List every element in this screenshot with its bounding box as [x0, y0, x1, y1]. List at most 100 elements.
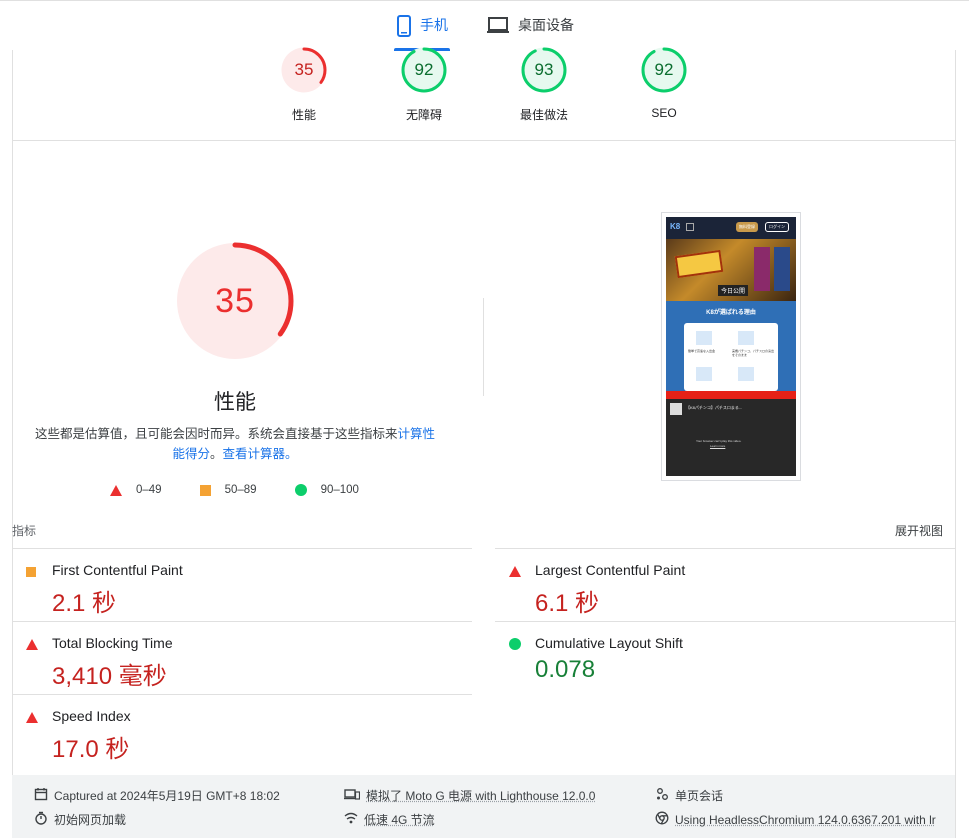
performance-score: 35	[215, 281, 255, 320]
feature-icon-3	[696, 367, 712, 381]
metric-cls[interactable]: Cumulative Layout Shift 0.078	[495, 621, 955, 694]
menu-icon	[686, 223, 694, 231]
tab-desktop-label: 桌面设备	[518, 17, 574, 33]
throttling-info[interactable]: 低速 4G 节流	[344, 811, 435, 828]
score-legend: 0–49 50–89 90–100	[110, 484, 397, 496]
metric-value: 0.078	[535, 656, 596, 683]
site-header: K8 無料登録 ログイン	[666, 217, 796, 239]
metric-value: 3,410 毫秒	[52, 663, 167, 690]
metric-name: First Contentful Paint	[52, 562, 183, 578]
metric-fcp[interactable]: First Contentful Paint 2.1 秒	[12, 548, 472, 621]
metric-name: Total Blocking Time	[52, 635, 173, 651]
feature-label-1: 簡単で高速な入出金	[688, 349, 716, 353]
runtime-settings: Captured at 2024年5月19日 GMT+8 18:02 初始网页加…	[12, 775, 955, 838]
performance-gauge: 35	[175, 241, 295, 361]
legend-average-label: 50–89	[224, 484, 257, 496]
banner-label: 今日公開	[718, 285, 749, 296]
devices-icon	[344, 787, 361, 804]
metric-name: Speed Index	[52, 708, 131, 724]
calendar-icon	[34, 787, 48, 804]
category-gauge[interactable]: 93	[520, 46, 568, 94]
browser-text: Using HeadlessChromium 124.0.6367.201 wi…	[675, 812, 936, 827]
throttling-text: 低速 4G 节流	[364, 813, 435, 827]
emulation-info[interactable]: 模拟了 Moto G 电源 with Lighthouse 12.0.0	[344, 787, 595, 804]
legend-average: 50–89	[199, 484, 257, 496]
description-text: 这些都是估算值，且可能会因时而异。系统会直接基于这些指标来	[34, 427, 398, 441]
phone-icon	[396, 15, 412, 37]
category-gauge[interactable]: 92	[400, 46, 448, 94]
reasons-title: K8が選ばれる理由	[706, 310, 756, 316]
reasons-section: K8が選ばれる理由 簡単で高速な入出金 実機パチンコ、パチスロの演出をそのまま	[666, 301, 796, 391]
banner-machine-2	[774, 247, 790, 291]
metric-name: Cumulative Layout Shift	[535, 635, 683, 651]
site-logo: K8	[670, 222, 681, 231]
site-register-button: 無料登録	[736, 222, 758, 232]
video-embed: 【K8パチンコ】パチスロまる... Your browser can't pla…	[666, 399, 796, 476]
site-banner: 今日公開	[666, 239, 796, 301]
legend-fail: 0–49	[110, 484, 162, 496]
feature-icon-2	[738, 331, 754, 345]
category-score: 93	[534, 60, 554, 79]
session-icon	[655, 787, 669, 804]
video-title: 【K8パチンコ】パチスロまる...	[686, 405, 743, 410]
screenshot-image: K8 無料登録 ログイン 今日公開 K8が選ばれる理由 簡単で高速な入出金 実機…	[666, 217, 796, 476]
feature-icon-4	[738, 367, 754, 381]
triangle-icon	[26, 710, 38, 728]
captured-text: Captured at 2024年5月19日 GMT+8 18:02	[54, 789, 280, 803]
laptop-icon	[486, 15, 510, 35]
metric-value: 17.0 秒	[52, 736, 130, 763]
session-text: 单页会话	[675, 789, 724, 803]
metric-value: 6.1 秒	[535, 590, 600, 617]
category-label: 无障碍	[405, 108, 442, 122]
vertical-separator	[483, 298, 484, 396]
square-icon	[26, 564, 36, 582]
metrics-heading: 指标	[12, 524, 37, 538]
banner-title-shape	[674, 249, 724, 279]
section-divider	[12, 140, 955, 141]
metric-tbt[interactable]: Total Blocking Time 3,410 毫秒	[12, 621, 472, 694]
emulation-text: 模拟了 Moto G 电源 with Lighthouse 12.0.0	[366, 789, 596, 803]
category-score: 35	[294, 60, 314, 79]
triangle-icon	[26, 637, 38, 655]
metric-name: Largest Contentful Paint	[535, 562, 686, 578]
metric-si[interactable]: Speed Index 17.0 秒	[12, 694, 472, 767]
wifi-icon	[344, 811, 358, 828]
captured-info: Captured at 2024年5月19日 GMT+8 18:02	[34, 787, 280, 804]
legend-pass: 90–100	[294, 484, 359, 496]
video-message: Your browser can't play this video.	[696, 439, 742, 443]
initial-load-info: 初始网页加载	[34, 811, 126, 828]
legend-fail-label: 0–49	[136, 484, 162, 496]
category-score: 92	[414, 60, 434, 79]
legend-pass-label: 90–100	[320, 484, 359, 496]
expand-view-toggle[interactable]: 展开视图	[895, 522, 943, 539]
category-score: 92	[654, 60, 674, 79]
reasons-card: 簡単で高速な入出金 実機パチンコ、パチスロの演出をそのまま	[684, 323, 778, 391]
category-gauge[interactable]: 92	[640, 46, 688, 94]
feature-label-2: 実機パチンコ、パチスロの演出をそのまま	[732, 349, 775, 357]
description-separator: 。	[209, 447, 223, 461]
panel-border-right	[955, 50, 956, 838]
device-tabs: 手机 桌面设备	[0, 0, 969, 51]
performance-description: 这些都是估算值，且可能会因时而异。系统会直接基于这些指标来计算性能得分。查看计算…	[30, 424, 440, 464]
calculator-link[interactable]: 查看计算器。	[223, 447, 298, 461]
triangle-icon	[110, 484, 122, 496]
metric-value: 2.1 秒	[52, 590, 117, 617]
initial-load-text: 初始网页加载	[54, 813, 127, 827]
timer-icon	[34, 811, 48, 828]
square-icon	[199, 484, 211, 496]
category-gauge[interactable]: 35	[280, 46, 328, 94]
category-label: SEO	[651, 106, 677, 120]
triangle-icon	[509, 564, 521, 582]
tab-mobile-label: 手机	[420, 17, 448, 33]
category-label: 最佳做法	[519, 108, 568, 122]
category-label: 性能	[291, 108, 316, 122]
banner-machine-1	[754, 247, 770, 291]
browser-info[interactable]: Using HeadlessChromium 124.0.6367.201 wi…	[655, 811, 936, 828]
video-red-bar	[666, 391, 796, 399]
metric-lcp[interactable]: Largest Contentful Paint 6.1 秒	[495, 548, 955, 621]
video-learn-more: Learn more	[710, 444, 726, 448]
feature-icon-1	[696, 331, 712, 345]
final-screenshot[interactable]: K8 無料登録 ログイン 今日公開 K8が選ばれる理由 簡単で高速な入出金 実機…	[661, 212, 801, 481]
chrome-icon	[655, 811, 669, 828]
channel-avatar	[670, 403, 682, 415]
